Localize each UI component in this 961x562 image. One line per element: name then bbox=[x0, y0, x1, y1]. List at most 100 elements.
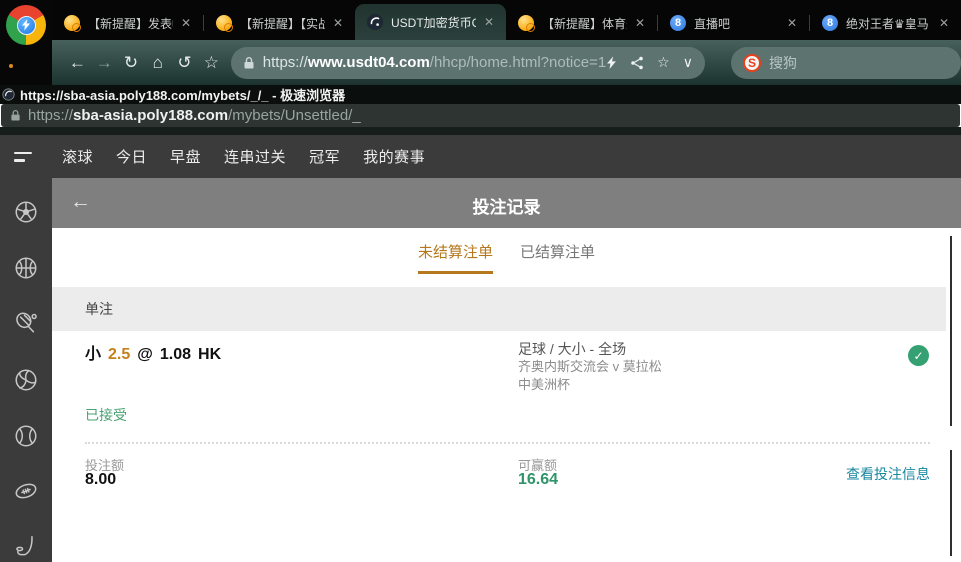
bet-market: 足球 / 大小 - 全场 bbox=[518, 341, 627, 357]
popup-address-bar[interactable]: https://sba-asia.poly188.com/mybets/Unse… bbox=[1, 104, 960, 127]
tab-title: 【新提醒】【实战 bbox=[240, 16, 325, 31]
close-icon[interactable]: ✕ bbox=[177, 14, 195, 32]
nav-item-early[interactable]: 早盘 bbox=[170, 146, 201, 167]
page-header: ← 投注记录 bbox=[52, 178, 961, 228]
popup-window-title: https://sba-asia.poly188.com/mybets/_/_ … bbox=[20, 88, 346, 103]
close-icon[interactable]: ✕ bbox=[783, 14, 801, 32]
browser-tab-5[interactable]: 8 直播吧 ✕ bbox=[658, 6, 809, 40]
url-host: sba-asia.poly188.com bbox=[73, 107, 229, 124]
popup-window-titlebar[interactable]: https://sba-asia.poly188.com/mybets/_/_ … bbox=[0, 85, 961, 104]
browser-tab-4[interactable]: 【新提醒】体育天 ✕ bbox=[506, 6, 657, 40]
nav-item-my-events[interactable]: 我的赛事 bbox=[363, 146, 425, 167]
lock-icon bbox=[244, 56, 254, 68]
lock-icon bbox=[11, 110, 20, 121]
browser-toolbar: ← → ↻ ⌂ ↺ ☆ https://www.usdt04.com/hhcp/… bbox=[0, 40, 961, 85]
close-icon[interactable]: ✕ bbox=[631, 14, 649, 32]
american-football-icon[interactable] bbox=[13, 478, 39, 504]
menu-filter-icon[interactable] bbox=[14, 151, 32, 162]
history-button[interactable]: ↺ bbox=[171, 53, 198, 73]
url-scheme: https:// bbox=[262, 54, 308, 71]
search-placeholder: 搜狗 bbox=[768, 54, 797, 71]
tennis-icon[interactable] bbox=[13, 310, 39, 336]
stake-value: 8.00 bbox=[85, 471, 117, 488]
potential-win-value: 16.64 bbox=[518, 471, 559, 488]
browser-tab-1[interactable]: 【新提醒】发表帖 ✕ bbox=[52, 6, 203, 40]
zhibo8-icon: 8 bbox=[670, 15, 686, 31]
url-scheme: https:// bbox=[28, 107, 74, 124]
basketball-icon[interactable] bbox=[13, 255, 39, 281]
page-title: 投注记录 bbox=[472, 198, 541, 217]
screen: 【新提醒】发表帖 ✕ 【新提醒】【实战 ✕ USDT加密货币G ✕ 【新提醒】体… bbox=[0, 0, 961, 562]
odds-format: HK bbox=[198, 346, 222, 363]
bet-selection-line: 小 2.5 @1.08 HK bbox=[85, 340, 228, 364]
share-icon[interactable] bbox=[630, 56, 644, 70]
zhibo8-icon: 8 bbox=[822, 15, 838, 31]
search-box[interactable]: S 搜狗 bbox=[730, 46, 961, 79]
bet-status-tabs: 未结算注单 已结算注单 bbox=[52, 241, 961, 274]
divider bbox=[0, 127, 961, 135]
popup-url-text: https://sba-asia.poly188.com/mybets/Unse… bbox=[28, 107, 361, 124]
nav-item-today[interactable]: 今日 bbox=[116, 146, 147, 167]
url-path: /mybets/Unsettled/_ bbox=[228, 107, 361, 124]
back-button[interactable]: ← bbox=[64, 53, 91, 73]
site-favicon bbox=[2, 88, 15, 101]
tab-title: 【新提醒】体育天 bbox=[542, 16, 627, 31]
url-host: www.usdt04.com bbox=[307, 54, 430, 71]
browser-logo-block bbox=[0, 0, 52, 85]
close-icon[interactable]: ✕ bbox=[935, 14, 953, 32]
star-icon[interactable]: ☆ bbox=[657, 54, 670, 71]
globe-icon bbox=[367, 14, 383, 30]
url-path: /hhcp/home.html?notice=1 bbox=[429, 54, 607, 71]
tab-unsettled[interactable]: 未结算注单 bbox=[417, 241, 493, 274]
browser-tab-6[interactable]: 8 绝对王者♛皇马 ✕ bbox=[810, 6, 961, 40]
tab-settled[interactable]: 已结算注单 bbox=[520, 241, 595, 274]
notification-dot bbox=[9, 64, 13, 68]
scrollbar[interactable] bbox=[950, 450, 952, 556]
forum-notice-icon bbox=[518, 15, 535, 32]
browser-logo[interactable] bbox=[6, 5, 46, 45]
bet-type-band: 单注 bbox=[52, 287, 946, 331]
bet-records-page: ← 投注记录 未结算注单 已结算注单 单注 小 2.5 @1.08 HK 足球 / 大… bbox=[52, 178, 961, 562]
bet-odds: 1.08 bbox=[159, 346, 192, 363]
bet-status: 已接受 bbox=[85, 407, 127, 423]
close-icon[interactable]: ✕ bbox=[480, 13, 498, 31]
sports-sidebar bbox=[0, 178, 52, 562]
forum-notice-icon bbox=[64, 15, 81, 32]
bet-event-info: 足球 / 大小 - 全场 齐奥内斯交流会 v 莫拉松 中美洲杯 bbox=[518, 340, 662, 394]
accepted-check-icon: ✓ bbox=[908, 345, 929, 366]
tab-title: 直播吧 bbox=[694, 16, 731, 31]
nav-item-parlay[interactable]: 连串过关 bbox=[224, 146, 286, 167]
nav-item-outright[interactable]: 冠军 bbox=[309, 146, 340, 167]
close-icon[interactable]: ✕ bbox=[329, 14, 347, 32]
flash-icon[interactable] bbox=[606, 55, 617, 70]
address-bar[interactable]: https://www.usdt04.com/hhcp/home.html?no… bbox=[230, 46, 705, 79]
dotted-divider bbox=[85, 442, 930, 444]
at-sign: @ bbox=[137, 346, 153, 363]
forward-button[interactable]: → bbox=[91, 53, 118, 73]
tab-title: USDT加密货币G bbox=[391, 15, 476, 30]
browser-tab-2[interactable]: 【新提醒】【实战 ✕ bbox=[204, 6, 355, 40]
soccer-icon[interactable] bbox=[13, 199, 39, 225]
home-button[interactable]: ⌂ bbox=[144, 53, 171, 73]
lightning-icon bbox=[16, 15, 36, 35]
scrollbar[interactable] bbox=[950, 236, 952, 426]
view-bet-info-link[interactable]: 查看投注信息 bbox=[846, 464, 930, 484]
bet-selection: 小 bbox=[85, 346, 102, 363]
ice-hockey-icon[interactable] bbox=[13, 534, 39, 560]
forum-notice-icon bbox=[216, 15, 233, 32]
chevron-down-icon[interactable]: ∨ bbox=[683, 54, 693, 71]
bet-match: 齐奥内斯交流会 v 莫拉松 bbox=[518, 359, 662, 374]
volleyball-icon[interactable] bbox=[13, 367, 39, 393]
browser-tab-bar: 【新提醒】发表帖 ✕ 【新提醒】【实战 ✕ USDT加密货币G ✕ 【新提醒】体… bbox=[0, 0, 961, 40]
bet-handicap-line: 2.5 bbox=[108, 346, 131, 363]
reload-button[interactable]: ↻ bbox=[118, 53, 145, 73]
sogou-icon: S bbox=[742, 53, 761, 72]
nav-item-inplay[interactable]: 滚球 bbox=[62, 146, 93, 167]
browser-tab-active[interactable]: USDT加密货币G ✕ bbox=[355, 4, 506, 40]
tab-title: 绝对王者♛皇马 bbox=[846, 16, 929, 31]
sports-nav-bar: 滚球 今日 早盘 连串过关 冠军 我的赛事 bbox=[0, 135, 961, 178]
bookmark-star-button[interactable]: ☆ bbox=[198, 53, 225, 73]
baseball-icon[interactable] bbox=[13, 423, 39, 449]
tab-title: 【新提醒】发表帖 bbox=[88, 16, 173, 31]
bet-league: 中美洲杯 bbox=[518, 377, 571, 392]
